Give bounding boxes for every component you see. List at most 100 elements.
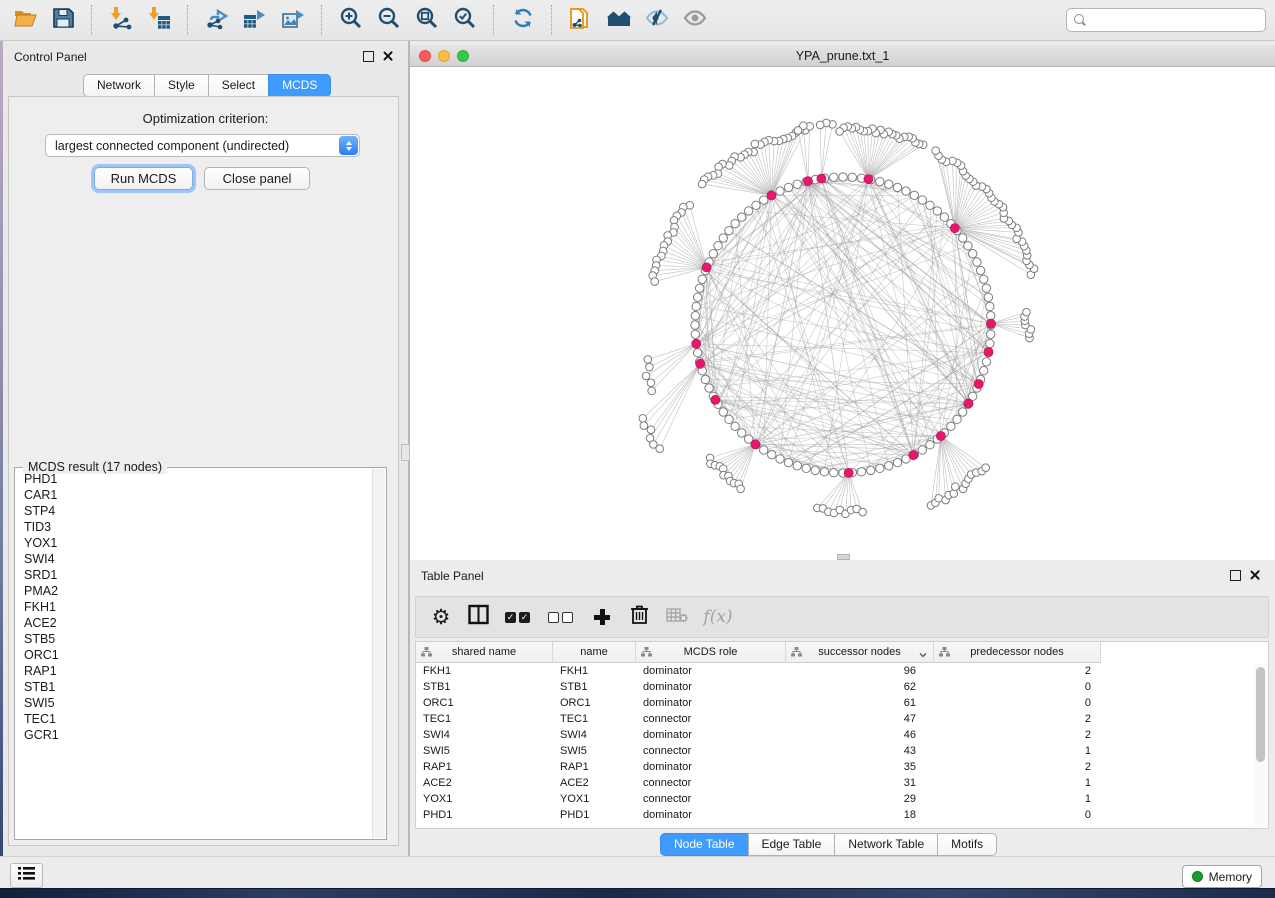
cell-MCDS-role[interactable]: dominator (636, 807, 786, 823)
cell-shared-name[interactable]: YOX1 (416, 791, 553, 807)
cell-shared-name[interactable]: SWI5 (416, 743, 553, 759)
network-node[interactable] (986, 339, 994, 347)
cell-predecessor-nodes[interactable]: 1 (934, 791, 1101, 807)
mcds-result-item[interactable]: STB1 (16, 679, 372, 695)
mcds-node[interactable] (974, 379, 983, 388)
network-node[interactable] (651, 278, 659, 286)
network-node[interactable] (759, 446, 767, 454)
cell-successor-nodes[interactable]: 46 (786, 727, 934, 743)
network-window-title-bar[interactable]: YPA_prune.txt_1 (410, 45, 1275, 67)
new-network-from-selection-button[interactable] (562, 3, 600, 37)
network-node[interactable] (885, 180, 893, 188)
cell-predecessor-nodes[interactable]: 0 (934, 679, 1101, 695)
mcds-result-item[interactable]: FKH1 (16, 599, 372, 615)
network-node[interactable] (986, 302, 994, 310)
network-node[interactable] (639, 415, 647, 423)
network-node[interactable] (940, 213, 948, 221)
show-graphics-details-button[interactable] (676, 3, 714, 37)
network-node[interactable] (926, 441, 934, 449)
cell-successor-nodes[interactable]: 43 (786, 743, 934, 759)
cell-predecessor-nodes[interactable]: 2 (934, 727, 1101, 743)
mcds-list-scrollbar[interactable] (372, 469, 385, 838)
network-node[interactable] (731, 219, 739, 227)
export-image-button[interactable] (274, 3, 312, 37)
mcds-result-item[interactable]: TID3 (16, 519, 372, 535)
cell-name[interactable]: SWI5 (553, 743, 636, 759)
network-node[interactable] (950, 490, 958, 498)
network-node[interactable] (964, 241, 972, 249)
cell-MCDS-role[interactable]: dominator (636, 695, 786, 711)
network-node[interactable] (982, 358, 990, 366)
cell-MCDS-role[interactable]: connector (636, 711, 786, 727)
zoom-in-button[interactable] (332, 3, 370, 37)
close-panel-icon[interactable] (1249, 569, 1261, 581)
network-node[interactable] (980, 275, 988, 283)
network-node[interactable] (987, 312, 995, 320)
cell-shared-name[interactable]: PHD1 (416, 807, 553, 823)
network-node[interactable] (933, 207, 941, 215)
network-node[interactable] (802, 464, 810, 472)
cell-MCDS-role[interactable]: dominator (636, 727, 786, 743)
table-settings-button[interactable]: ⚙ (428, 602, 454, 632)
network-node[interactable] (859, 508, 867, 516)
network-node[interactable] (695, 284, 703, 292)
network-node[interactable] (893, 183, 901, 191)
network-node[interactable] (982, 284, 990, 292)
cell-MCDS-role[interactable]: connector (636, 743, 786, 759)
import-table-button[interactable] (140, 3, 178, 37)
network-node[interactable] (776, 455, 784, 463)
table-row[interactable]: RAP1RAP1dominator352 (416, 759, 1268, 775)
cell-shared-name[interactable]: ACE2 (416, 775, 553, 791)
show-panels-button[interactable] (10, 863, 43, 888)
import-network-button[interactable] (102, 3, 140, 37)
close-panel-icon[interactable] (382, 50, 394, 62)
table-scrollbar[interactable] (1254, 664, 1267, 827)
sort-chevron-icon[interactable] (919, 649, 927, 661)
cell-successor-nodes[interactable]: 29 (786, 791, 934, 807)
mcds-node[interactable] (936, 431, 945, 440)
mcds-result-item[interactable]: SWI4 (16, 551, 372, 567)
mcds-node[interactable] (844, 468, 853, 477)
network-node[interactable] (737, 213, 745, 221)
network-node[interactable] (918, 446, 926, 454)
zoom-out-button[interactable] (370, 3, 408, 37)
network-node[interactable] (811, 466, 819, 474)
network-node[interactable] (692, 302, 700, 310)
cell-predecessor-nodes[interactable]: 1 (934, 743, 1101, 759)
network-node[interactable] (691, 330, 699, 338)
network-node[interactable] (867, 466, 875, 474)
network-node[interactable] (784, 458, 792, 466)
mcds-result-item[interactable]: ORC1 (16, 647, 372, 663)
network-node[interactable] (830, 469, 838, 477)
network-node[interactable] (693, 349, 701, 357)
network-node[interactable] (893, 458, 901, 466)
cell-shared-name[interactable]: RAP1 (416, 759, 553, 775)
table-row[interactable]: TEC1TEC1connector472 (416, 711, 1268, 727)
network-node[interactable] (984, 293, 992, 301)
criterion-select[interactable]: largest connected component (undirected) (45, 134, 360, 157)
network-node[interactable] (701, 375, 709, 383)
cell-successor-nodes[interactable]: 61 (786, 695, 934, 711)
cell-MCDS-role[interactable]: dominator (636, 679, 786, 695)
network-node[interactable] (793, 180, 801, 188)
cell-shared-name[interactable]: FKH1 (416, 663, 553, 679)
mcds-node[interactable] (692, 339, 701, 348)
save-session-button[interactable] (44, 3, 82, 37)
network-node[interactable] (776, 187, 784, 195)
network-node[interactable] (976, 266, 984, 274)
zoom-selected-button[interactable] (446, 3, 484, 37)
cell-shared-name[interactable]: STB1 (416, 679, 553, 695)
column-header-shared-name[interactable]: shared name (416, 642, 553, 662)
network-node[interactable] (839, 173, 847, 181)
network-node[interactable] (640, 422, 648, 430)
add-column-button[interactable] (588, 602, 616, 632)
panel-split-handle[interactable] (401, 444, 410, 461)
cell-predecessor-nodes[interactable]: 1 (934, 775, 1101, 791)
float-panel-icon[interactable] (1230, 570, 1241, 581)
network-node[interactable] (830, 173, 838, 181)
cell-successor-nodes[interactable]: 18 (786, 807, 934, 823)
cell-shared-name[interactable]: SWI4 (416, 727, 553, 743)
cell-name[interactable]: STB1 (553, 679, 636, 695)
network-node[interactable] (698, 180, 706, 188)
table-row[interactable]: YOX1YOX1connector291 (416, 791, 1268, 807)
